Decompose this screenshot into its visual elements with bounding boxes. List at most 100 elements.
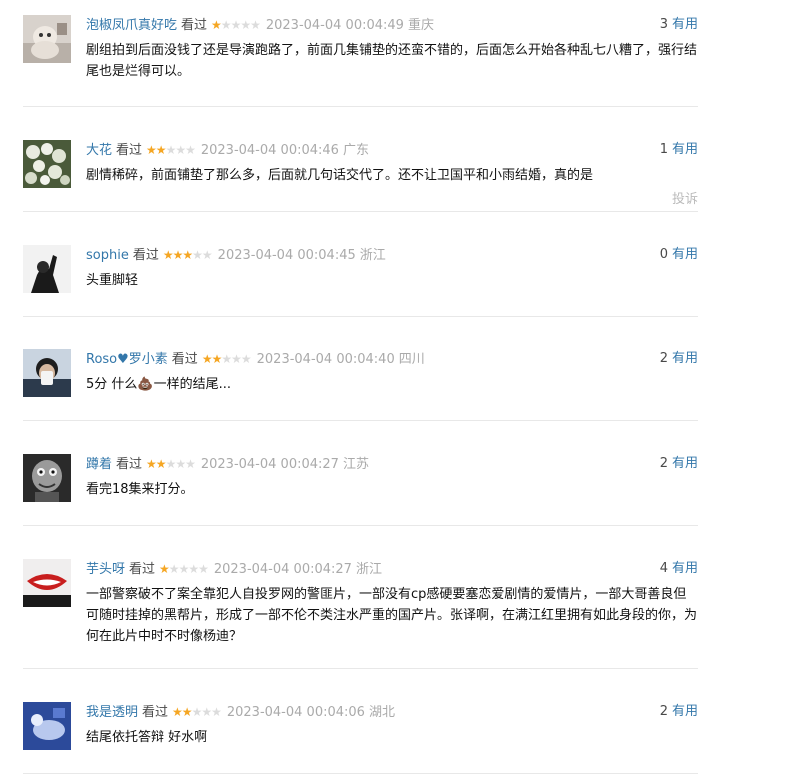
star-icon: ★ xyxy=(168,562,180,576)
rating-stars: ★★★★★ xyxy=(146,140,196,160)
star-icon: ★ xyxy=(165,143,177,157)
vote-count: 2 xyxy=(659,351,668,366)
comment-location: 广东 xyxy=(342,143,369,158)
star-icon: ★ xyxy=(155,457,167,471)
comment-text: 头重脚轻 xyxy=(86,273,139,288)
useful-button[interactable]: 有用 xyxy=(672,17,698,32)
star-icon: ★ xyxy=(240,18,251,32)
comment-time: 2023-04-04 00:04:06 xyxy=(226,705,365,720)
comment-text: 结尾依托答辩 好水啊 xyxy=(86,730,208,745)
star-icon: ★ xyxy=(192,248,203,262)
vote-area: 3 有用 xyxy=(660,15,698,35)
star-icon: ★ xyxy=(211,352,223,366)
comment-text: 剧情稀碎，前面铺垫了那么多，后面就几句话交代了。还不让卫国平和小雨结婚，真的是 xyxy=(86,168,594,183)
star-icon: ★ xyxy=(182,248,193,262)
rating-stars: ★★★★★ xyxy=(172,702,222,722)
comment-item: 泡椒凤爪真好吃 看过 ★★★★★ 2023-04-04 00:04:49 重庆 3 有用 … xyxy=(23,15,698,107)
vote-area: 2 有用 xyxy=(660,702,698,722)
watched-status: 看过 xyxy=(181,18,208,33)
star-icon: ★ xyxy=(155,143,167,157)
avatar[interactable] xyxy=(23,349,71,397)
star-icon: ★ xyxy=(185,457,196,471)
username-link[interactable]: 泡椒凤爪真好吃 xyxy=(86,18,177,33)
star-icon: ★ xyxy=(250,18,261,32)
star-icon: ★ xyxy=(188,562,199,576)
avatar[interactable] xyxy=(23,702,71,750)
star-icon: ★ xyxy=(162,248,174,262)
vote-count: 2 xyxy=(659,704,668,719)
star-icon: ★ xyxy=(165,457,177,471)
star-icon: ★ xyxy=(240,352,252,366)
vote-count: 1 xyxy=(659,142,668,157)
username-link[interactable]: 我是透明 xyxy=(86,705,138,720)
report-link[interactable]: 投诉 xyxy=(672,188,698,207)
comment-time: 2023-04-04 00:04:40 xyxy=(256,352,395,367)
comment-time: 2023-04-04 00:04:45 xyxy=(217,248,356,263)
comment-header: 芋头呀 看过 ★★★★★ 2023-04-04 00:04:27 浙江 xyxy=(86,559,698,579)
watched-status: 看过 xyxy=(129,562,156,577)
useful-button[interactable]: 有用 xyxy=(672,142,698,157)
star-icon: ★ xyxy=(172,248,184,262)
star-icon: ★ xyxy=(230,18,242,32)
useful-button[interactable]: 有用 xyxy=(672,351,698,366)
star-icon: ★ xyxy=(201,352,213,366)
comment-time: 2023-04-04 00:04:46 xyxy=(200,143,339,158)
avatar[interactable] xyxy=(23,140,71,188)
vote-count: 0 xyxy=(659,247,668,262)
useful-button[interactable]: 有用 xyxy=(672,456,698,471)
username-link[interactable]: 大花 xyxy=(86,143,112,158)
comment-header: 蹲着 看过 ★★★★★ 2023-04-04 00:04:27 江苏 xyxy=(86,454,698,474)
rating-stars: ★★★★★ xyxy=(159,559,209,579)
star-icon: ★ xyxy=(201,248,213,262)
star-icon: ★ xyxy=(191,705,203,719)
useful-button[interactable]: 有用 xyxy=(672,561,698,576)
star-icon: ★ xyxy=(211,705,222,719)
vote-area: 2 有用 xyxy=(660,454,698,474)
avatar[interactable] xyxy=(23,245,71,293)
star-icon: ★ xyxy=(146,457,157,471)
avatar[interactable] xyxy=(23,15,71,63)
avatar[interactable] xyxy=(23,559,71,607)
star-icon: ★ xyxy=(221,352,232,366)
useful-button[interactable]: 有用 xyxy=(672,704,698,719)
rating-stars: ★★★★★ xyxy=(162,245,213,265)
watched-status: 看过 xyxy=(142,705,169,720)
avatar[interactable] xyxy=(23,454,71,502)
watched-status: 看过 xyxy=(132,248,159,263)
star-icon: ★ xyxy=(178,562,190,576)
username-link[interactable]: 蹲着 xyxy=(86,457,112,472)
useful-button[interactable]: 有用 xyxy=(672,247,698,262)
username-link[interactable]: Roso♥罗小素 xyxy=(86,352,168,367)
star-icon: ★ xyxy=(172,705,183,719)
vote-area: 4 有用 xyxy=(660,559,698,579)
comment-header: 大花 看过 ★★★★★ 2023-04-04 00:04:46 广东 xyxy=(86,140,698,160)
comment-text: 剧组拍到后面没钱了还是导演跑路了，前面几集铺垫的还蛮不错的，后面怎么开始各种乱七… xyxy=(86,43,698,79)
comment-location: 湖北 xyxy=(368,705,395,720)
rating-stars: ★★★★★ xyxy=(201,349,252,369)
comment-time: 2023-04-04 00:04:27 xyxy=(200,457,339,472)
comment-text-part: 一样的结尾... xyxy=(153,377,231,392)
comment-text: 一部警察破不了案全靠犯人自投罗网的警匪片，一部没有cp感硬要塞恋爱剧情的爱情片，… xyxy=(86,587,698,644)
watched-status: 看过 xyxy=(171,352,198,367)
star-icon: ★ xyxy=(220,18,232,32)
poop-emoji-icon: 💩 xyxy=(137,377,154,392)
comment-location: 重庆 xyxy=(407,18,434,33)
comment-location: 浙江 xyxy=(359,248,386,263)
comment-location: 江苏 xyxy=(342,457,369,472)
username-link[interactable]: sophie xyxy=(86,248,129,263)
comment-item: 蹲着 看过 ★★★★★ 2023-04-04 00:04:27 江苏 2 有用 看完18集… xyxy=(23,454,698,526)
comment-item: 大花 看过 ★★★★★ 2023-04-04 00:04:46 广东 1 有用 剧情稀碎，… xyxy=(23,140,698,212)
star-icon: ★ xyxy=(159,562,170,576)
vote-count: 3 xyxy=(659,17,668,32)
star-icon: ★ xyxy=(231,352,242,366)
comment-item: Roso♥罗小素 看过 ★★★★★ 2023-04-04 00:04:40 四川 2 有用… xyxy=(23,349,698,421)
watched-status: 看过 xyxy=(116,457,143,472)
watched-status: 看过 xyxy=(116,143,143,158)
star-icon: ★ xyxy=(181,705,193,719)
comment-header: 我是透明 看过 ★★★★★ 2023-04-04 00:04:06 湖北 xyxy=(86,702,698,722)
comment-item: sophie 看过 ★★★★★ 2023-04-04 00:04:45 浙江 0 有用 头… xyxy=(23,245,698,317)
vote-area: 0 有用 xyxy=(660,245,698,265)
username-link[interactable]: 芋头呀 xyxy=(86,562,125,577)
star-icon: ★ xyxy=(201,705,212,719)
comment-text: 看完18集来打分。 xyxy=(86,482,194,497)
